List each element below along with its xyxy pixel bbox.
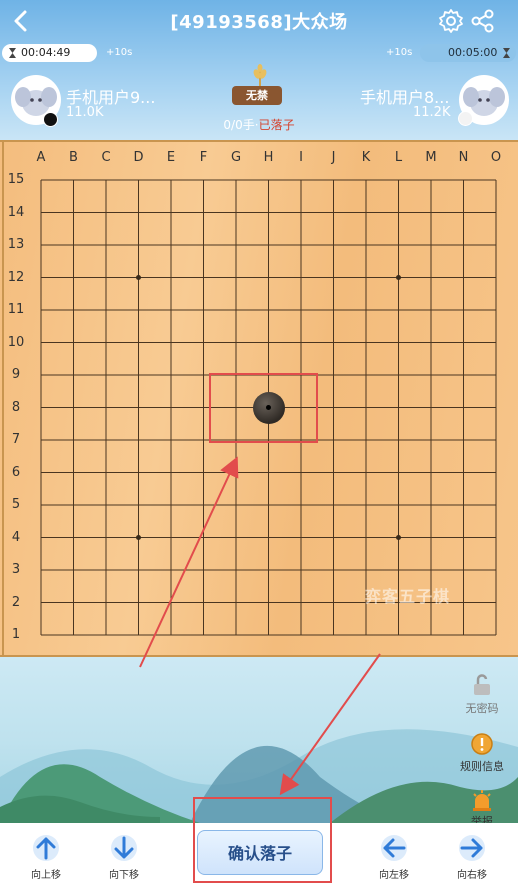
arrow-down-icon: [111, 835, 137, 861]
report-button[interactable]: 举报: [454, 788, 510, 823]
left-timer: 00:04:49: [2, 44, 97, 62]
header-bar: [49193568]大众场: [0, 0, 518, 40]
arrow-left-icon: [381, 835, 407, 861]
rule-badge: 无禁: [232, 86, 282, 105]
alert-circle-icon: [471, 733, 493, 755]
share-icon: [471, 9, 494, 33]
left-player-rating: 11.0K: [66, 105, 104, 120]
move-status: 0/0手·已落子: [200, 116, 318, 133]
unlock-icon: [474, 674, 490, 695]
rules-info-button[interactable]: 规则信息: [454, 732, 510, 778]
alarm-bell-icon: [473, 790, 491, 811]
star-point: [136, 275, 141, 280]
left-increment: +10s: [106, 47, 133, 58]
watermark: 弈客五子棋: [365, 587, 451, 606]
right-timer-value: 00:05:00: [448, 46, 498, 59]
star-point: [396, 535, 401, 540]
move-count: 0/0手·: [223, 118, 259, 132]
move-left-button[interactable]: 向左移: [364, 828, 424, 888]
move-down-button[interactable]: 向下移: [94, 828, 154, 888]
move-up-button[interactable]: 向上移: [16, 828, 76, 888]
report-label: 举报: [471, 815, 493, 823]
no-password-label: 无密码: [465, 702, 499, 715]
black-stone-badge: [43, 112, 58, 127]
game-board[interactable]: ABCDEFGHIJKLMNO 15 14 13 12 11 10 9 8 7 6 5 4 3 2 1 弈客…: [0, 140, 518, 657]
share-button[interactable]: [470, 8, 496, 34]
white-stone-badge: [458, 111, 473, 126]
star-point: [136, 535, 141, 540]
confirm-move-button[interactable]: 确认落子: [197, 830, 323, 875]
hourglass-icon: [503, 48, 510, 58]
right-increment: +10s: [386, 47, 413, 58]
arrow-right-icon: [459, 835, 485, 861]
gear-icon: [439, 9, 463, 33]
arrow-up-icon: [33, 835, 59, 861]
rules-info-label: 规则信息: [460, 760, 504, 773]
placed-status: 已落子: [258, 118, 295, 132]
hourglass-icon: [9, 48, 16, 58]
wheat-icon: [253, 64, 267, 87]
right-timer: 00:05:00: [420, 44, 516, 62]
move-left-label: 向左移: [379, 870, 409, 881]
star-point: [396, 275, 401, 280]
right-player-rating: 11.2K: [413, 105, 451, 120]
left-timer-value: 00:04:49: [21, 46, 71, 59]
move-up-label: 向上移: [31, 870, 61, 881]
move-right-label: 向右移: [457, 870, 487, 881]
settings-button[interactable]: [438, 8, 464, 34]
move-down-label: 向下移: [109, 870, 139, 881]
annotation-box-stone: [209, 373, 318, 443]
password-lock-button[interactable]: 无密码: [454, 671, 510, 719]
move-right-button[interactable]: 向右移: [442, 828, 502, 888]
